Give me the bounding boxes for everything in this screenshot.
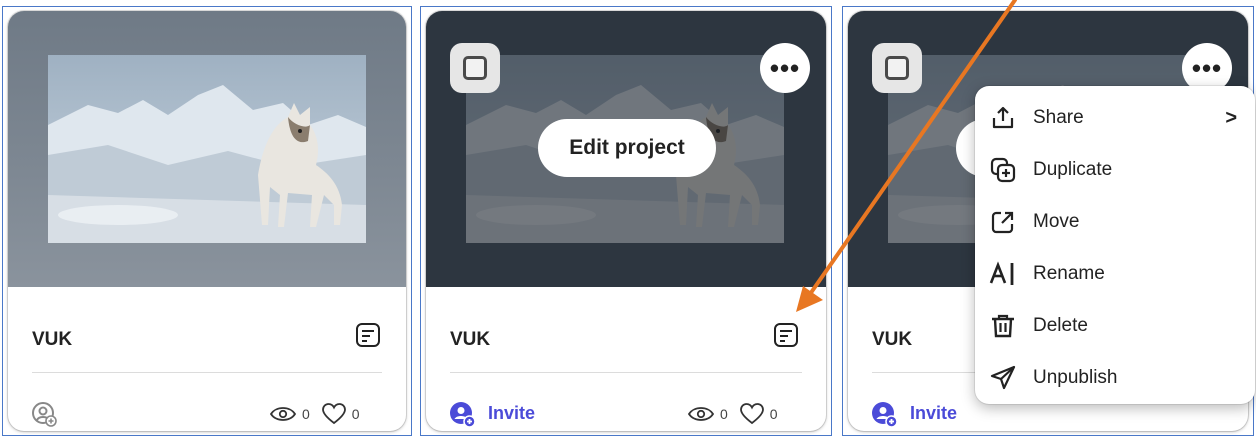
- menu-item-label: Rename: [1033, 263, 1105, 284]
- unpublish-icon: [990, 365, 1016, 390]
- edit-project-button[interactable]: Edit project: [538, 119, 716, 177]
- project-title: VUK: [872, 329, 913, 350]
- invite-link[interactable]: Invite: [488, 403, 535, 424]
- like-count: 0: [769, 406, 778, 422]
- menu-item-duplicate[interactable]: Duplicate: [975, 144, 1255, 196]
- eye-icon: [270, 407, 296, 421]
- menu-item-label: Delete: [1033, 315, 1088, 336]
- project-context-menu: Share > Duplicate Move Rename Delete Unp…: [975, 86, 1255, 404]
- menu-item-label: Duplicate: [1033, 159, 1113, 180]
- menu-item-share[interactable]: Share >: [975, 92, 1255, 144]
- card-thumbnail-area[interactable]: [8, 11, 406, 287]
- menu-item-delete[interactable]: Delete: [975, 300, 1255, 352]
- like-count: 0: [351, 406, 360, 422]
- delete-icon: [992, 314, 1014, 338]
- select-checkbox[interactable]: [872, 43, 922, 93]
- duplicate-icon: [990, 157, 1016, 183]
- document-icon[interactable]: [354, 321, 382, 349]
- project-title: VUK: [450, 329, 491, 350]
- move-icon: [991, 211, 1014, 234]
- invite-user-icon[interactable]: [448, 400, 476, 428]
- more-options-button[interactable]: •••: [760, 43, 810, 93]
- heart-icon[interactable]: [739, 403, 764, 425]
- document-icon[interactable]: [772, 321, 800, 349]
- invite-link[interactable]: Invite: [910, 403, 957, 424]
- heart-icon[interactable]: [321, 403, 346, 425]
- view-count: 0: [302, 406, 310, 422]
- project-card-panel-2: ••• Edit project VUK Invite 0 0: [420, 6, 832, 436]
- project-card[interactable]: ••• Edit project VUK Invite 0 0: [426, 11, 826, 431]
- view-count: 0: [720, 406, 728, 422]
- menu-item-unpublish[interactable]: Unpublish: [975, 352, 1255, 404]
- card-thumbnail-area[interactable]: ••• Edit project: [426, 11, 826, 287]
- card-stats: 0 0: [688, 403, 778, 425]
- invite-user-icon[interactable]: [30, 400, 58, 428]
- card-divider: [32, 372, 382, 373]
- share-icon: [992, 106, 1014, 129]
- project-thumbnail: [48, 55, 366, 243]
- chevron-right-icon: >: [1225, 106, 1237, 129]
- rename-icon: [989, 261, 1014, 285]
- menu-item-label: Move: [1033, 211, 1080, 232]
- card-stats: 0 0: [270, 403, 360, 425]
- eye-icon: [688, 407, 714, 421]
- project-card-panel-1: VUK 0 0: [2, 6, 412, 436]
- invite-user-icon[interactable]: [870, 400, 898, 428]
- project-card[interactable]: VUK 0 0: [8, 11, 406, 431]
- menu-item-label: Unpublish: [1033, 367, 1118, 388]
- card-divider: [450, 372, 802, 373]
- menu-item-label: Share: [1033, 107, 1084, 128]
- menu-item-move[interactable]: Move: [975, 196, 1255, 248]
- select-checkbox[interactable]: [450, 43, 500, 93]
- menu-item-rename[interactable]: Rename: [975, 248, 1255, 300]
- project-title: VUK: [32, 329, 73, 350]
